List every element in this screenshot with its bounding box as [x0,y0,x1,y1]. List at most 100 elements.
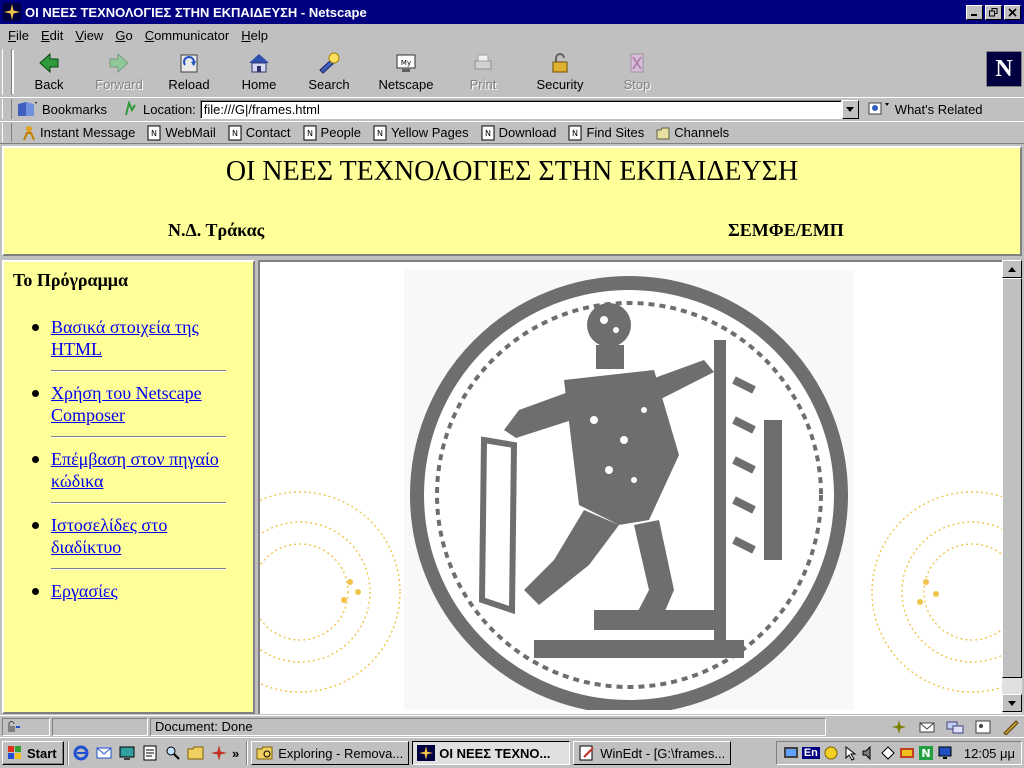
volume-icon[interactable] [861,745,877,761]
divider [51,370,226,372]
show-desktop-icon[interactable] [118,744,136,762]
bookmarks-icon [18,102,37,116]
channels-folder-icon [656,127,670,139]
list-item: Χρήση του Netscape Composer [30,382,226,426]
window-title: ΟΙ ΝΕΕΣ ΤΕΧΝΟΛΟΓΙΕΣ ΣΤΗΝ ΕΚΠΑΙΔΕΥΣΗ - Ne… [25,4,367,20]
download-button[interactable]: N Download [481,125,556,141]
address-book-component-icon[interactable] [974,719,992,735]
bookmark-page-icon: N [481,125,495,140]
netscape-quick-icon[interactable] [210,744,228,762]
arrow-down-icon [1008,700,1016,706]
svg-text:My: My [401,59,411,67]
nav-list: Βασικά στοιχεία της HTML Χρήση του Netsc… [30,316,226,602]
navigation-toolbar: Back Forward Reload Home Search My Netsc… [0,47,1024,97]
close-button[interactable] [1004,4,1021,20]
instant-message-button[interactable]: Instant Message [22,125,135,141]
tray-network-icon[interactable] [880,745,896,761]
scroll-thumb[interactable] [1002,278,1022,678]
navigation-frame: Το Πρόγραμμα Βασικά στοιχεία της HTML Χρ… [2,260,255,714]
netscape-logo[interactable]: N [986,51,1022,87]
security-button[interactable]: Security [518,47,602,95]
people-button[interactable]: N People [303,125,361,141]
stop-button[interactable]: Stop [602,47,672,95]
forward-arrow-icon [109,52,129,74]
status-bar: Document: Done [0,715,1024,737]
tray-globe-icon[interactable] [823,745,839,761]
task-exploring[interactable]: Exploring - Remova... [251,741,410,765]
notepad-icon[interactable] [141,744,159,762]
restore-button[interactable] [985,4,1002,20]
composer-component-icon[interactable] [1002,719,1020,735]
channels-button[interactable]: Channels [656,125,729,141]
netscape-button[interactable]: My Netscape [364,47,448,95]
location-dropdown-button[interactable] [841,99,859,119]
lock-icon [552,53,568,73]
location-input[interactable] [199,99,842,119]
bookmarks-button[interactable]: Bookmarks [16,100,115,118]
location-toolbar: Bookmarks Location: What's Related [0,97,1024,120]
print-button[interactable]: Print [448,47,518,95]
nav-link-html-basics[interactable]: Βασικά στοιχεία της HTML [51,317,199,359]
toolbar-grip[interactable] [2,99,12,119]
search-icon[interactable] [164,744,182,762]
instant-message-person-icon [23,125,35,140]
windows-taskbar: Start » Exploring - Remova... ΟΙ ΝΕΕΣ ΤΕ… [0,737,1024,768]
outlook-express-icon[interactable] [95,744,113,762]
vertical-scrollbar[interactable] [1002,260,1022,714]
page-proxy-icon[interactable] [123,101,137,117]
explorer-window-icon [256,746,273,760]
title-bar: ΟΙ ΝΕΕΣ ΤΕΧΝΟΛΟΓΙΕΣ ΣΤΗΝ ΕΚΠΑΙΔΕΥΣΗ - Ne… [0,0,1024,24]
nav-link-web-pages[interactable]: Ιστοσελίδες στο διαδίκτυο [51,515,167,557]
start-button[interactable]: Start [2,741,64,765]
menu-help[interactable]: Help [235,28,274,43]
webmail-button[interactable]: N WebMail [147,125,216,141]
tray-antivirus-icon[interactable] [899,745,915,761]
tray-n-icon[interactable]: N [918,745,934,761]
menu-edit[interactable]: Edit [35,28,69,43]
netscape-app-icon[interactable] [3,3,21,21]
forward-button[interactable]: Forward [84,47,154,95]
menu-view[interactable]: View [69,28,109,43]
yellow-pages-button[interactable]: N Yellow Pages [373,125,469,141]
scroll-up-button[interactable] [1002,260,1022,278]
menu-file[interactable]: File [2,28,35,43]
explorer-folder-icon[interactable] [187,744,205,762]
navigator-component-icon[interactable] [890,719,908,735]
toolbar-grip[interactable] [2,49,12,95]
language-indicator[interactable]: En [801,747,820,759]
contact-button[interactable]: N Contact [228,125,291,141]
tray-app-icon[interactable] [783,745,799,761]
reload-button[interactable]: Reload [154,47,224,95]
whats-related-button[interactable]: What's Related [867,101,983,117]
home-button[interactable]: Home [224,47,294,95]
task-netscape[interactable]: ΟΙ ΝΕΕΣ ΤΕΧΝΟ... [412,741,571,765]
menu-communicator[interactable]: Communicator [139,28,236,43]
quick-launch [72,744,228,762]
toolbar-grip[interactable] [2,123,12,142]
mail-component-icon[interactable] [918,719,936,735]
quick-launch-more-button[interactable]: » [232,746,239,761]
nav-link-assignments[interactable]: Εργασίες [51,581,118,601]
whats-related-icon [868,102,889,115]
divider [246,741,249,765]
list-item: Εργασίες [30,580,226,602]
discussion-component-icon[interactable] [946,719,964,735]
component-bar [890,719,1020,735]
search-button[interactable]: Search [294,47,364,95]
menu-go[interactable]: Go [109,28,138,43]
list-item: Βασικά στοιχεία της HTML [30,316,226,360]
find-sites-button[interactable]: N Find Sites [568,125,644,141]
back-button[interactable]: Back [14,47,84,95]
divider [67,741,69,765]
scroll-down-button[interactable] [1002,694,1022,712]
tray-display-icon[interactable] [937,745,953,761]
security-status-cell[interactable] [2,717,50,736]
tray-pointer-icon[interactable] [842,745,858,761]
task-winedt[interactable]: WinEdt - [G:\frames... [573,741,732,765]
nav-link-composer[interactable]: Χρήση του Netscape Composer [51,383,202,425]
minimize-button[interactable] [966,4,983,20]
location-label: Location: [123,101,196,117]
bookmark-page-icon: N [147,125,161,140]
internet-explorer-icon[interactable] [72,744,90,762]
nav-link-source-code[interactable]: Επέμβαση στον πηγαίο κώδικα [51,449,219,491]
